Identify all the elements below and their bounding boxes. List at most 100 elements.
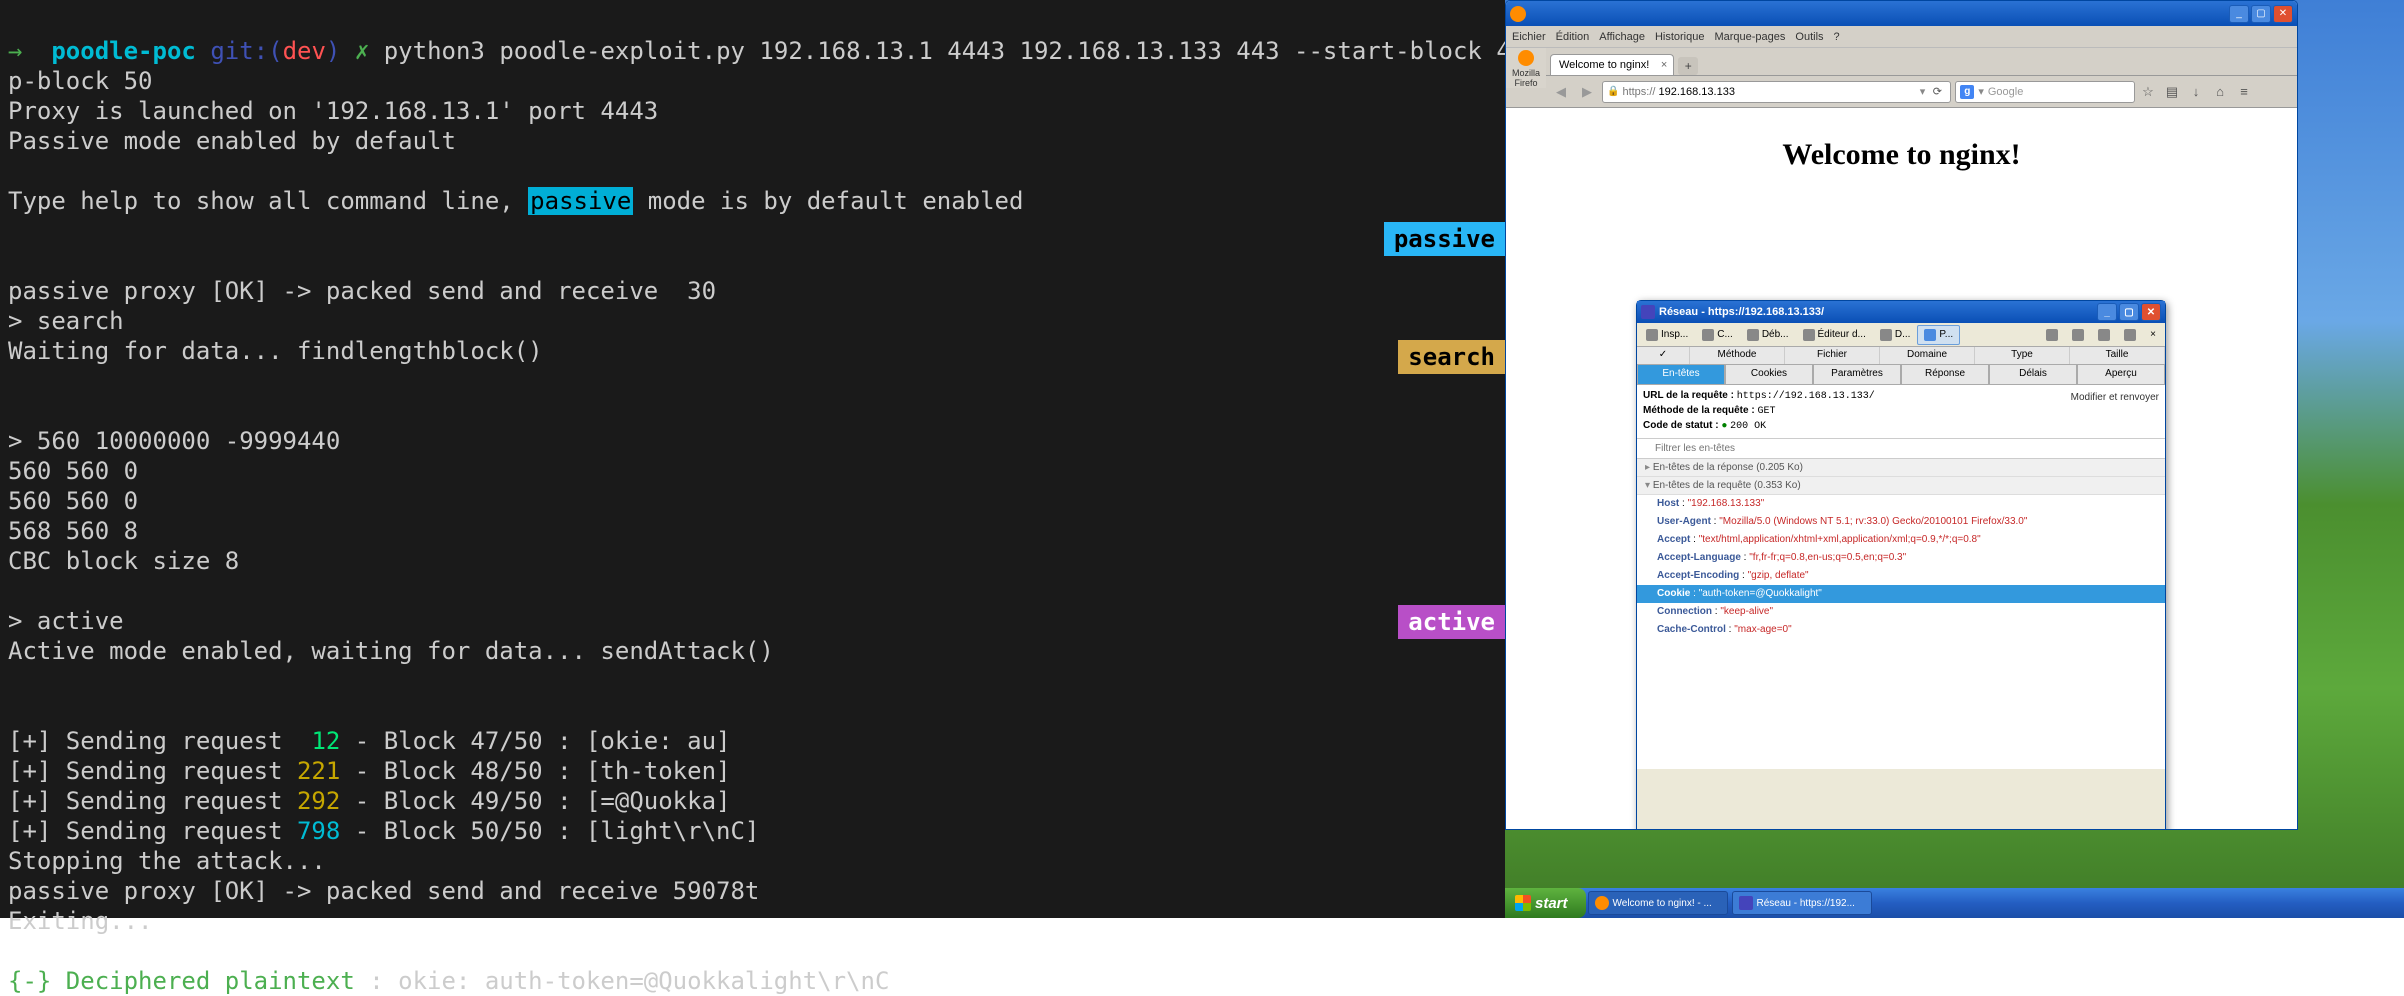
filter-headers-input[interactable] — [1641, 441, 2161, 456]
menu-file[interactable]: Eichier — [1512, 31, 1546, 43]
filter-row — [1637, 439, 2165, 459]
header-row[interactable]: Cookie : "auth-token=@Quokkalight" — [1637, 585, 2165, 603]
response-headers-section[interactable]: En-têtes de la réponse (0.205 Ko) — [1637, 459, 2165, 477]
page-content: Welcome to nginx! Réseau - https://192.1… — [1506, 108, 2297, 829]
menu-hamburger-icon[interactable]: ≡ — [2235, 83, 2253, 101]
taskbar-item-devtools[interactable]: Réseau - https://192... — [1732, 891, 1872, 915]
header-value: "gzip, deflate" — [1748, 570, 1809, 581]
header-value: "fr,fr-fr;q=0.8,en-us;q=0.5,en;q=0.3" — [1749, 552, 1906, 563]
menu-history[interactable]: Historique — [1655, 31, 1705, 43]
block-line-3: 568 560 8 — [8, 517, 138, 545]
block-line-2: 560 560 0 — [8, 487, 138, 515]
browser-tab[interactable]: Welcome to nginx! × — [1550, 54, 1674, 75]
reload-button[interactable]: ⟳ — [1928, 83, 1946, 101]
header-value: "text/html,application/xhtml+xml,applica… — [1699, 534, 1981, 545]
header-row[interactable]: Accept-Encoding : "gzip, deflate" — [1637, 567, 2165, 585]
tool-popout-icon[interactable] — [2117, 325, 2143, 345]
tab-cookies[interactable]: Cookies — [1725, 365, 1813, 385]
tool-console[interactable]: C... — [1695, 325, 1740, 345]
window-close-button[interactable]: ✕ — [2273, 5, 2293, 23]
search-cmd: > search — [8, 307, 124, 335]
windows-taskbar[interactable]: start Welcome to nginx! - ... Réseau - h… — [1505, 888, 2404, 918]
tab-preview[interactable]: Aperçu — [2077, 365, 2165, 385]
tool-close-icon[interactable]: × — [2143, 325, 2163, 344]
firefox-menubar[interactable]: Eichier Édition Affichage Historique Mar… — [1506, 26, 2297, 48]
window-minimize-button[interactable]: _ — [2229, 5, 2249, 23]
col-file[interactable]: Fichier — [1785, 347, 1880, 364]
header-value: "auth-token=@Quokkalight" — [1699, 588, 1822, 599]
col-domain[interactable]: Domaine — [1880, 347, 1975, 364]
search-input[interactable]: g ▾ Google — [1955, 81, 2135, 103]
devtools-maximize-button[interactable]: ▢ — [2119, 303, 2139, 321]
tab-response[interactable]: Réponse — [1901, 365, 1989, 385]
tool-network[interactable]: P... — [1917, 325, 1960, 345]
window-maximize-button[interactable]: ▢ — [2251, 5, 2271, 23]
taskbar-item-firefox[interactable]: Welcome to nginx! - ... — [1588, 891, 1728, 915]
tool-style-editor[interactable]: Éditeur d... — [1796, 325, 1873, 345]
header-row[interactable]: Cache-Control : "max-age=0" — [1637, 621, 2165, 639]
header-value: "192.168.13.133" — [1688, 498, 1765, 509]
firefox-toolbar: ◀ ▶ 🔒 https://192.168.13.133 ▾ ⟳ g ▾ Goo… — [1506, 76, 2297, 108]
forward-button[interactable]: ▶ — [1576, 82, 1598, 102]
firefox-sidebar-icon[interactable]: Mozilla Firefo — [1506, 48, 1546, 88]
bookmark-button[interactable]: ☆ — [2139, 83, 2157, 101]
lock-icon: 🔒 — [1607, 86, 1619, 97]
firefox-titlebar[interactable]: _ ▢ ✕ — [1506, 1, 2297, 26]
terminal[interactable]: → poodle-poc git:(dev) ✗ python3 poodle-… — [0, 0, 1505, 918]
request-headers-section[interactable]: En-têtes de la requête (0.353 Ko) — [1637, 477, 2165, 495]
tab-headers[interactable]: En-têtes — [1637, 365, 1725, 385]
devtools-close-button[interactable]: ✕ — [2141, 303, 2161, 321]
header-row[interactable]: Host : "192.168.13.133" — [1637, 495, 2165, 513]
header-row[interactable]: User-Agent : "Mozilla/5.0 (Windows NT 5.… — [1637, 513, 2165, 531]
back-button[interactable]: ◀ — [1550, 82, 1572, 102]
tool-dock-icon[interactable] — [2091, 325, 2117, 345]
menu-bookmarks[interactable]: Marque-pages — [1714, 31, 1785, 43]
dirty-marker: ✗ — [355, 37, 369, 65]
active-mode-line: Active mode enabled, waiting for data...… — [8, 637, 774, 665]
git-branch: dev — [283, 37, 326, 65]
tab-close-icon[interactable]: × — [1661, 59, 1667, 71]
req-line-3: [+] Sending request 292 - Block 49/50 : … — [8, 787, 730, 815]
proxy-ok-line: passive proxy [OK] -> packed send and re… — [8, 277, 716, 305]
network-columns: ✓ Méthode Fichier Domaine Type Taille — [1637, 347, 2165, 365]
active-cmd: > active — [8, 607, 124, 635]
devtools-window[interactable]: Réseau - https://192.168.13.133/ _ ▢ ✕ I… — [1636, 300, 2166, 830]
header-name: Accept-Encoding — [1657, 570, 1739, 581]
tab-timings[interactable]: Délais — [1989, 365, 2077, 385]
col-type[interactable]: Type — [1975, 347, 2070, 364]
header-name: Accept-Language — [1657, 552, 1741, 563]
downloads-button[interactable]: ↓ — [2187, 83, 2205, 101]
tool-inspector[interactable]: Insp... — [1639, 325, 1695, 345]
tool-options-icon[interactable] — [2065, 325, 2091, 345]
header-name: Cache-Control — [1657, 624, 1726, 635]
new-tab-button[interactable]: + — [1678, 57, 1698, 75]
tool-responsive[interactable]: D... — [1873, 325, 1918, 345]
url-input[interactable]: 🔒 https://192.168.13.133 ▾ ⟳ — [1602, 81, 1951, 103]
devtools-minimize-button[interactable]: _ — [2097, 303, 2117, 321]
header-row[interactable]: Accept : "text/html,application/xhtml+xm… — [1637, 531, 2165, 549]
devtools-titlebar[interactable]: Réseau - https://192.168.13.133/ _ ▢ ✕ — [1637, 301, 2165, 323]
home-button[interactable]: ⌂ — [2211, 83, 2229, 101]
windows-xp-desktop[interactable]: _ ▢ ✕ Eichier Édition Affichage Historiq… — [1505, 0, 2404, 918]
header-row[interactable]: Accept-Language : "fr,fr-fr;q=0.8,en-us;… — [1637, 549, 2165, 567]
google-icon: g — [1960, 85, 1974, 99]
passive-default-line: Passive mode enabled by default — [8, 127, 456, 155]
menu-view[interactable]: Affichage — [1599, 31, 1645, 43]
menu-tools[interactable]: Outils — [1795, 31, 1823, 43]
clipboard-icon[interactable]: ▤ — [2163, 83, 2181, 101]
menu-help[interactable]: ? — [1834, 31, 1840, 43]
firefox-window[interactable]: _ ▢ ✕ Eichier Édition Affichage Historiq… — [1505, 0, 2298, 830]
tool-paint-icon[interactable] — [2039, 325, 2065, 345]
tab-params[interactable]: Paramètres — [1813, 365, 1901, 385]
col-status[interactable]: ✓ — [1637, 347, 1690, 364]
cbc-size-line: CBC block size 8 — [8, 547, 239, 575]
modify-resend-button[interactable]: Modifier et renvoyer — [2071, 391, 2159, 405]
start-button[interactable]: start — [1505, 888, 1586, 918]
header-row[interactable]: Connection : "keep-alive" — [1637, 603, 2165, 621]
col-size[interactable]: Taille — [2070, 347, 2165, 364]
start-label: start — [1535, 895, 1568, 912]
tool-debugger[interactable]: Déb... — [1740, 325, 1796, 345]
firefox-tabbar[interactable]: Welcome to nginx! × + — [1506, 48, 2297, 76]
col-method[interactable]: Méthode — [1690, 347, 1785, 364]
menu-edit[interactable]: Édition — [1556, 31, 1590, 43]
